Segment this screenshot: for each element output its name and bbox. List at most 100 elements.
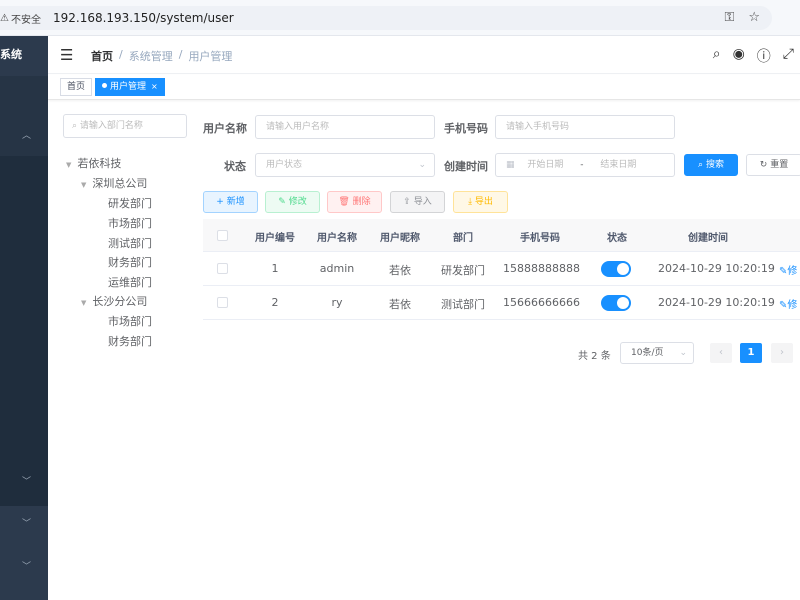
tree-node[interactable]: 测试部门 <box>108 235 152 251</box>
tree-node[interactable]: 财务部门 <box>108 333 152 349</box>
prev-page-button[interactable]: ‹ <box>710 343 732 363</box>
table-header-cell: 用户名称 <box>317 233 357 244</box>
fullscreen-icon[interactable]: ⤢ <box>783 46 794 66</box>
date-separator: - <box>580 160 584 170</box>
delete-button[interactable]: 🗑 删除 <box>327 191 382 213</box>
tree-node-label: 深圳总公司 <box>92 177 148 190</box>
status-switch[interactable] <box>601 261 631 277</box>
tree-node[interactable]: ▼ 长沙分公司 <box>81 293 147 309</box>
table-header-cell: 用户编号 <box>255 233 295 244</box>
page-number-button[interactable]: 1 <box>740 343 762 363</box>
import-button[interactable]: ⇪ 导入 <box>390 191 445 213</box>
end-date-placeholder[interactable]: 结束日期 <box>600 160 636 170</box>
browser-toolbar: ⚠ 不安全 192.168.193.150/system/user ⚿ ☆ <box>0 0 800 36</box>
table-row[interactable]: 2 ry 若依 测试部门 15666666666 2024-10-29 10:2… <box>203 286 800 320</box>
table-row[interactable]: 1 admin 若依 研发部门 15888888888 2024-10-29 1… <box>203 252 800 286</box>
username-input[interactable]: 请输入用户名称 <box>255 115 435 139</box>
tree-node-label: 运维部门 <box>108 276 152 289</box>
phone-label: 手机号码 <box>444 122 488 135</box>
edit-button[interactable]: ✎ 修改 <box>265 191 320 213</box>
table-header-cell: 创建时间 <box>688 233 728 244</box>
tag-user-management[interactable]: 用户管理 × <box>95 78 165 96</box>
add-button[interactable]: + 新增 <box>203 191 258 213</box>
edit-icon: ✎ <box>278 197 286 207</box>
navbar: ☰ 首页 / 系统管理 / 用户管理 ⌕ ◉ ⓘ ⤢ <box>48 36 800 74</box>
next-page-button[interactable]: › <box>771 343 793 363</box>
row-edit-link[interactable]: ✎修 <box>779 262 797 277</box>
upload-icon: ⇪ <box>403 197 411 207</box>
breadcrumb-item[interactable]: 首页 <box>91 48 113 64</box>
tree-node-label: 若依科技 <box>77 157 122 170</box>
key-icon[interactable]: ⚿ <box>724 10 734 25</box>
search-icon: ⌕ <box>72 121 78 131</box>
export-button[interactable]: ⤓ 导出 <box>453 191 508 213</box>
row-checkbox[interactable] <box>217 263 228 274</box>
username-placeholder: 请输入用户名称 <box>266 122 330 132</box>
add-button-label: 新增 <box>226 197 245 207</box>
plus-icon: + <box>216 197 224 207</box>
breadcrumb-item: 系统管理 <box>128 50 173 63</box>
start-date-placeholder[interactable]: 开始日期 <box>527 160 563 170</box>
status-select[interactable]: 用户状态 ⌄ <box>255 153 435 177</box>
tree-node[interactable]: 市场部门 <box>108 313 152 329</box>
breadcrumb: 首页 / 系统管理 / 用户管理 <box>91 48 232 64</box>
tree-node[interactable]: 市场部门 <box>108 215 152 231</box>
tag-home[interactable]: 首页 <box>60 78 93 96</box>
phone-cell: 15666666666 <box>503 296 580 309</box>
username-label: 用户名称 <box>203 122 247 135</box>
search-button[interactable]: ⌕ 搜索 <box>684 154 738 176</box>
reset-button[interactable]: ↻ 重置 <box>746 154 800 176</box>
caret-down-icon[interactable]: ▼ <box>66 161 71 169</box>
created-time-cell: 2024-10-29 10:20:19 <box>658 262 775 275</box>
created-time-cell: 2024-10-29 10:20:19 <box>658 296 775 309</box>
table-header-cell: 部门 <box>453 233 473 244</box>
trash-icon: 🗑 <box>338 197 350 207</box>
user-table: 用户编号 用户名称 用户昵称 部门 手机号码 状态 创建时间 1 admin 若… <box>203 219 800 320</box>
breadcrumb-item: 用户管理 <box>188 50 233 63</box>
reset-button-label: 重置 <box>770 160 789 170</box>
pagination-total: 共 2 条 <box>578 351 611 362</box>
date-range-picker[interactable]: ▦ 开始日期 - 结束日期 <box>495 153 675 177</box>
tree-node[interactable]: 研发部门 <box>108 195 152 211</box>
caret-down-icon[interactable]: ▼ <box>81 181 86 189</box>
help-icon[interactable]: ⓘ <box>757 46 771 66</box>
close-icon[interactable]: × <box>151 82 158 91</box>
chevron-down-icon: ⌄ <box>679 348 687 358</box>
dept-search-input[interactable]: ⌕ 请输入部门名称 <box>63 114 187 138</box>
chevron-down-icon[interactable]: ﹀ <box>22 474 31 487</box>
username-cell: ry <box>331 296 343 309</box>
phone-placeholder: 请输入手机号码 <box>506 122 570 132</box>
address-bar[interactable]: ⚠ 不安全 192.168.193.150/system/user ⚿ ☆ <box>0 6 772 30</box>
url-text[interactable]: 192.168.193.150/system/user <box>53 11 234 25</box>
switch-knob <box>617 297 629 309</box>
row-checkbox[interactable] <box>217 297 228 308</box>
import-button-label: 导入 <box>413 197 432 207</box>
username-cell: admin <box>319 262 355 275</box>
page-size-select[interactable]: 10条/页 ⌄ <box>620 342 694 364</box>
tree-node[interactable]: 运维部门 <box>108 274 152 290</box>
status-label: 状态 <box>224 160 246 173</box>
search-button-label: 搜索 <box>705 160 724 170</box>
chevron-down-icon[interactable]: ﹀ <box>22 559 31 572</box>
select-all-checkbox[interactable] <box>217 230 228 241</box>
chevron-up-icon[interactable]: ︿ <box>22 128 31 141</box>
tree-node-label: 长沙分公司 <box>92 295 148 308</box>
download-icon: ⤓ <box>468 197 473 207</box>
github-icon[interactable]: ◉ <box>733 46 745 66</box>
row-edit-link[interactable]: ✎修 <box>779 296 797 311</box>
hamburger-icon[interactable]: ☰ <box>60 46 73 64</box>
security-indicator[interactable]: ⚠ 不安全 <box>0 11 41 26</box>
phone-input[interactable]: 请输入手机号码 <box>495 115 675 139</box>
tree-node[interactable]: 财务部门 <box>108 254 152 270</box>
search-icon[interactable]: ⌕ <box>713 46 721 66</box>
dept-search-placeholder: 请输入部门名称 <box>79 121 143 131</box>
tree-node[interactable]: ▼ 深圳总公司 <box>81 175 147 191</box>
chevron-right-icon: › <box>780 347 784 358</box>
sidebar-submenu[interactable] <box>0 156 48 506</box>
status-switch[interactable] <box>601 295 631 311</box>
caret-down-icon[interactable]: ▼ <box>81 299 86 307</box>
bookmark-star-icon[interactable]: ☆ <box>748 10 760 25</box>
chevron-down-icon[interactable]: ﹀ <box>22 516 31 529</box>
tree-node[interactable]: ▼ 若依科技 <box>66 155 121 171</box>
dept-cell: 测试部门 <box>441 298 485 311</box>
